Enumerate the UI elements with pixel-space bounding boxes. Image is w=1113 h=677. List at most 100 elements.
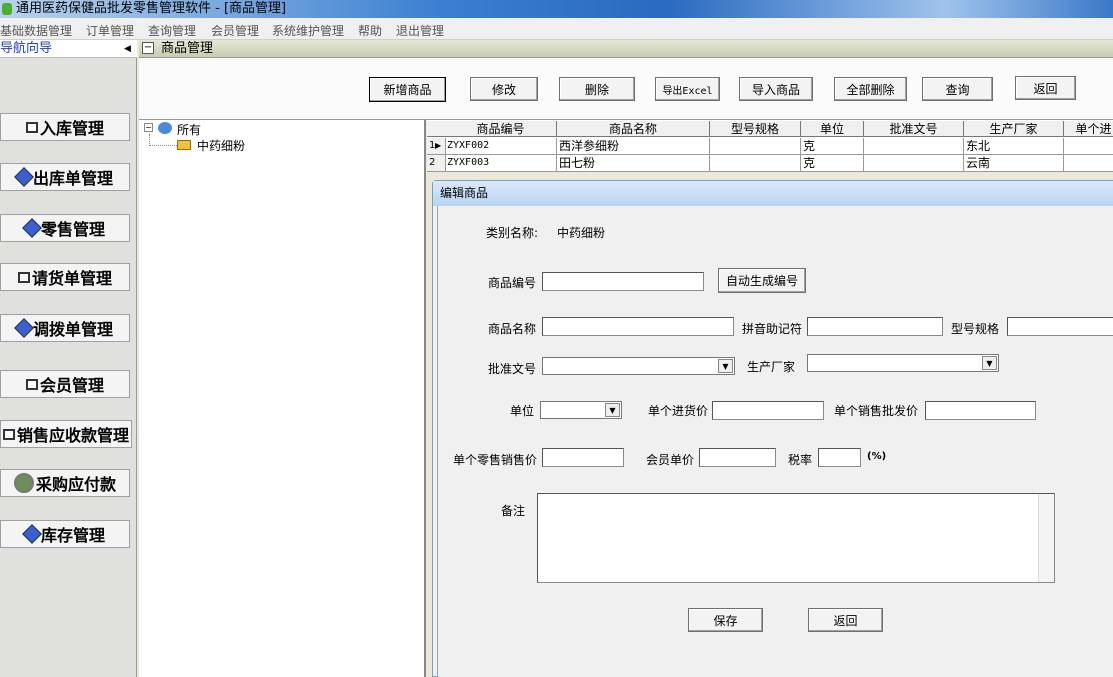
collapse-icon[interactable]: − xyxy=(142,42,154,54)
scrollbar[interactable] xyxy=(1038,494,1054,582)
edit-product-dialog: 编辑商品 类别名称: 中药细粉 商品编号 自动生成编号 商品名称 拼音助记符 型… xyxy=(432,180,1113,677)
collapse-left-icon[interactable]: ◀ xyxy=(124,44,131,54)
toolbar: 新增商品 修改 删除 导出Excel 导入商品 全部删除 查询 返回 xyxy=(139,58,1113,120)
menu-system[interactable]: 系统维护管理 xyxy=(272,22,344,39)
tree-line xyxy=(149,134,177,146)
col-header[interactable]: 单个进 xyxy=(1064,121,1113,137)
menu-basic-data[interactable]: 基础数据管理 xyxy=(0,22,72,39)
note-label: 备注 xyxy=(501,504,526,518)
name-label: 商品名称 xyxy=(488,322,537,336)
name-input[interactable] xyxy=(542,317,734,336)
form-icon xyxy=(2,428,15,440)
menu-members[interactable]: 会员管理 xyxy=(211,22,259,39)
pinyin-input[interactable] xyxy=(807,317,943,336)
nav-transfer[interactable]: 调拨单管理 xyxy=(0,314,130,342)
table-cell[interactable]: 田七粉 xyxy=(557,155,710,172)
maker-label: 生产厂家 xyxy=(747,360,796,374)
folder-icon xyxy=(177,140,191,150)
member-price-label: 会员单价 xyxy=(646,453,695,467)
chevron-down-icon: ▼ xyxy=(605,403,620,417)
table-cell[interactable] xyxy=(710,138,801,155)
form-icon xyxy=(17,271,30,283)
save-button[interactable]: 保存 xyxy=(688,608,763,632)
product-grid: 商品编号 商品名称 型号规格 单位 批准文号 生产厂家 单个进 1 ▶ ZYXF00… xyxy=(427,120,1113,172)
maker-select[interactable]: ▼ xyxy=(807,354,999,372)
table-cell[interactable]: 东北 xyxy=(964,138,1064,155)
chevron-down-icon: ▼ xyxy=(982,356,997,370)
table-cell[interactable] xyxy=(864,155,964,172)
menu-query[interactable]: 查询管理 xyxy=(148,22,196,39)
table-cell[interactable]: 克 xyxy=(801,155,864,172)
col-header[interactable]: 型号规格 xyxy=(710,121,801,137)
back-button[interactable]: 返回 xyxy=(1015,76,1076,100)
auto-code-button[interactable]: 自动生成编号 xyxy=(718,268,806,293)
table-cell[interactable]: ZYXF003 xyxy=(445,155,557,172)
tax-label: 税率 xyxy=(788,453,813,467)
table-cell[interactable]: 云南 xyxy=(964,155,1064,172)
col-header[interactable]: 商品名称 xyxy=(557,121,710,137)
import-button[interactable]: 导入商品 xyxy=(739,77,813,101)
member-price-input[interactable] xyxy=(699,448,776,467)
globe-icon xyxy=(158,122,172,134)
nav-request[interactable]: 请货单管理 xyxy=(0,263,130,291)
unit-select[interactable]: ▼ xyxy=(540,401,622,419)
tree-root[interactable]: 所有 xyxy=(177,121,201,138)
sidebar: 入库管理 出库单管理 零售管理 请货单管理 调拨单管理 会员管理 销售应收款管理… xyxy=(0,58,137,677)
nav-retail[interactable]: 零售管理 xyxy=(0,214,130,242)
purchase-price-input[interactable] xyxy=(712,401,824,420)
tax-input[interactable] xyxy=(818,448,861,467)
chevron-down-icon: ▼ xyxy=(718,359,733,373)
menu-orders[interactable]: 订单管理 xyxy=(86,22,134,39)
nav-inventory[interactable]: 库存管理 xyxy=(0,520,130,548)
code-input[interactable] xyxy=(542,272,704,291)
menu-exit[interactable]: 退出管理 xyxy=(396,22,444,39)
dialog-back-button[interactable]: 返回 xyxy=(808,608,883,632)
col-header[interactable]: 生产厂家 xyxy=(964,121,1064,137)
retail-price-input[interactable] xyxy=(542,448,624,467)
nav-member[interactable]: 会员管理 xyxy=(0,370,130,398)
edit-button[interactable]: 修改 xyxy=(470,77,538,101)
nav-stock-in[interactable]: 入库管理 xyxy=(0,113,130,141)
table-cell[interactable]: ZYXF002 xyxy=(445,138,557,155)
spec-label: 型号规格 xyxy=(951,322,1000,336)
table-cell[interactable] xyxy=(864,138,964,155)
delete-all-button[interactable]: 全部删除 xyxy=(834,77,907,101)
row-header[interactable]: 1 ▶ xyxy=(427,138,446,155)
row-header[interactable]: 2 xyxy=(427,155,446,172)
menu-help[interactable]: 帮助 xyxy=(358,22,382,39)
tree-item[interactable]: 中药细粉 xyxy=(197,137,245,154)
form-icon xyxy=(25,378,38,390)
table-cell[interactable]: 西洋参细粉 xyxy=(557,138,710,155)
spec-input[interactable] xyxy=(1007,317,1113,336)
pinyin-label: 拼音助记符 xyxy=(742,322,803,336)
table-cell[interactable] xyxy=(1064,155,1113,172)
approval-label: 批准文号 xyxy=(488,362,537,376)
nav-stock-out[interactable]: 出库单管理 xyxy=(0,163,130,191)
col-header[interactable]: 单位 xyxy=(801,121,864,137)
edit-arrows-icon xyxy=(22,218,42,238)
nav-payable[interactable]: 采购应付款 xyxy=(0,469,130,497)
tree-collapse-icon[interactable]: − xyxy=(144,123,153,132)
export-excel-button[interactable]: 导出Excel xyxy=(655,77,720,101)
table-cell[interactable] xyxy=(1064,138,1113,155)
nav-receivable[interactable]: 销售应收款管理 xyxy=(0,420,132,448)
table-cell[interactable] xyxy=(710,155,801,172)
grid-corner xyxy=(427,121,446,137)
table-cell[interactable]: 克 xyxy=(801,138,864,155)
col-header[interactable]: 批准文号 xyxy=(864,121,964,137)
approval-select[interactable]: ▼ xyxy=(542,357,735,375)
delete-button[interactable]: 删除 xyxy=(559,77,635,101)
edit-arrows-icon xyxy=(14,318,34,338)
window-title: 通用医药保健品批发零售管理软件 - [商品管理] xyxy=(16,1,287,16)
query-button[interactable]: 查询 xyxy=(922,77,993,101)
money-bag-icon xyxy=(13,473,34,493)
wholesale-price-label: 单个销售批发价 xyxy=(834,404,919,418)
retail-price-label: 单个零售销售价 xyxy=(453,453,538,467)
unit-label: 单位 xyxy=(510,404,535,418)
add-product-button[interactable]: 新增商品 xyxy=(369,77,446,102)
wholesale-price-input[interactable] xyxy=(925,401,1036,420)
edit-arrows-icon xyxy=(22,524,42,544)
main-header: 商品管理 xyxy=(139,40,1113,58)
note-textarea[interactable] xyxy=(537,493,1055,583)
col-header[interactable]: 商品编号 xyxy=(445,121,557,137)
